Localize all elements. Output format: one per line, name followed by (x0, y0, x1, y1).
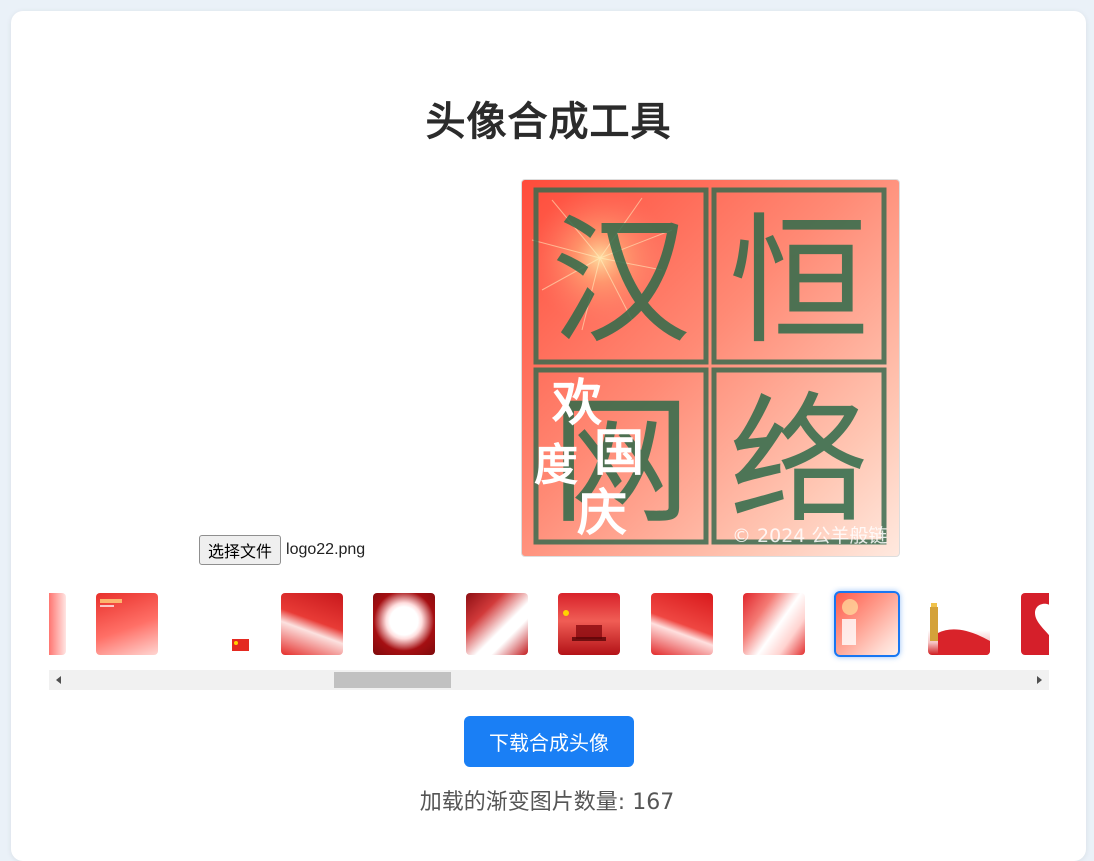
scrollbar-thumb[interactable] (334, 672, 451, 688)
thumbnail-10[interactable] (928, 593, 990, 655)
logo-char-1: 汉 (551, 201, 691, 364)
thumbnail-2[interactable] (189, 593, 251, 655)
thumbnail-1[interactable] (96, 593, 158, 655)
thumbnail-8[interactable] (743, 593, 805, 655)
thumbnail-1-art (100, 599, 122, 607)
choose-file-button[interactable]: 选择文件 (199, 535, 282, 565)
thumbnail-9-selected[interactable] (834, 591, 900, 657)
thumbnail-6[interactable] (558, 593, 620, 655)
thumbnail-6-art (563, 610, 606, 641)
logo-char-4: 络 (729, 381, 869, 544)
thumbnail-11-art (1035, 603, 1049, 636)
thumbnail-4[interactable] (373, 593, 435, 655)
thumbnail-10-art (930, 603, 990, 655)
thumbnail-0[interactable] (49, 593, 66, 655)
thumbnail-11[interactable] (1021, 593, 1049, 655)
download-avatar-button[interactable]: 下载合成头像 (464, 716, 634, 767)
page-title: 头像合成工具 (425, 99, 672, 145)
festival-char-4: 庆 (577, 483, 627, 542)
festival-char-3: 国 (594, 423, 644, 482)
avatar-preview: 汉 恒 网 络 欢 度 国 庆 © 2024 公羊般链 (521, 179, 900, 557)
logo-char-2: 恒 (729, 201, 869, 364)
thumbnail-2-art (232, 639, 249, 651)
file-upload: 选择文件 logo22.png (199, 535, 366, 565)
scroll-left-arrow-icon[interactable] (49, 670, 69, 690)
thumbnail-scrollbar[interactable] (49, 670, 1049, 690)
file-name-label: logo22.png (286, 541, 366, 558)
thumbnail-3[interactable] (281, 593, 343, 655)
gradient-count-text: 加载的渐变图片数量: 167 (419, 790, 675, 815)
thumbnail-5[interactable] (466, 593, 528, 655)
thumbnail-strip (49, 586, 1049, 670)
festival-char-2: 度 (534, 440, 578, 491)
thumbnail-7[interactable] (651, 593, 713, 655)
preview-canvas: 汉 恒 网 络 欢 度 国 庆 © 2024 公羊般链 (530, 187, 887, 547)
watermark-text: © 2024 公羊般链 (732, 525, 887, 547)
thumbnail-9-art (842, 599, 858, 645)
scroll-right-arrow-icon[interactable] (1029, 670, 1049, 690)
